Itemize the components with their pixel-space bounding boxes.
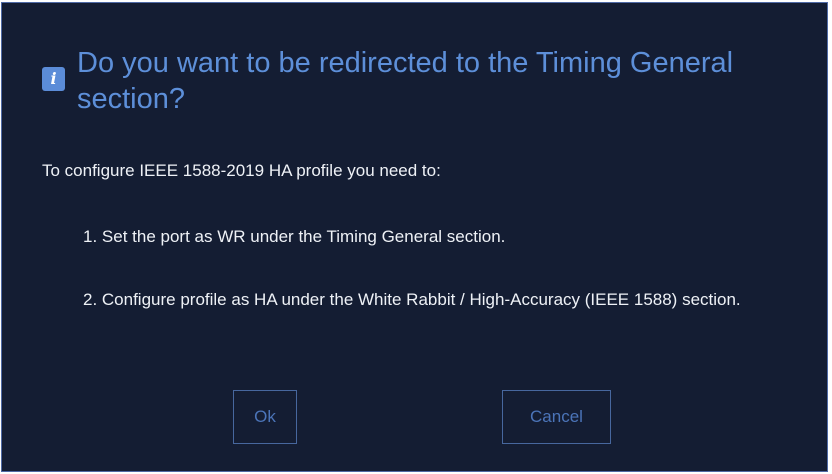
cancel-button[interactable]: Cancel [502,390,611,444]
dialog-title: Do you want to be redirected to the Timi… [77,47,734,115]
dialog-header: i Do you want to be redirected to the Ti… [42,45,782,117]
step-item-1: 1. Set the port as WR under the Timing G… [83,227,506,246]
redirect-dialog: i Do you want to be redirected to the Ti… [1,2,828,472]
dialog-intro: To configure IEEE 1588-2019 HA profile y… [42,161,441,180]
step-item-2: 2. Configure profile as HA under the Whi… [83,290,741,309]
info-icon: i [42,67,65,91]
ok-button[interactable]: Ok [233,390,297,444]
